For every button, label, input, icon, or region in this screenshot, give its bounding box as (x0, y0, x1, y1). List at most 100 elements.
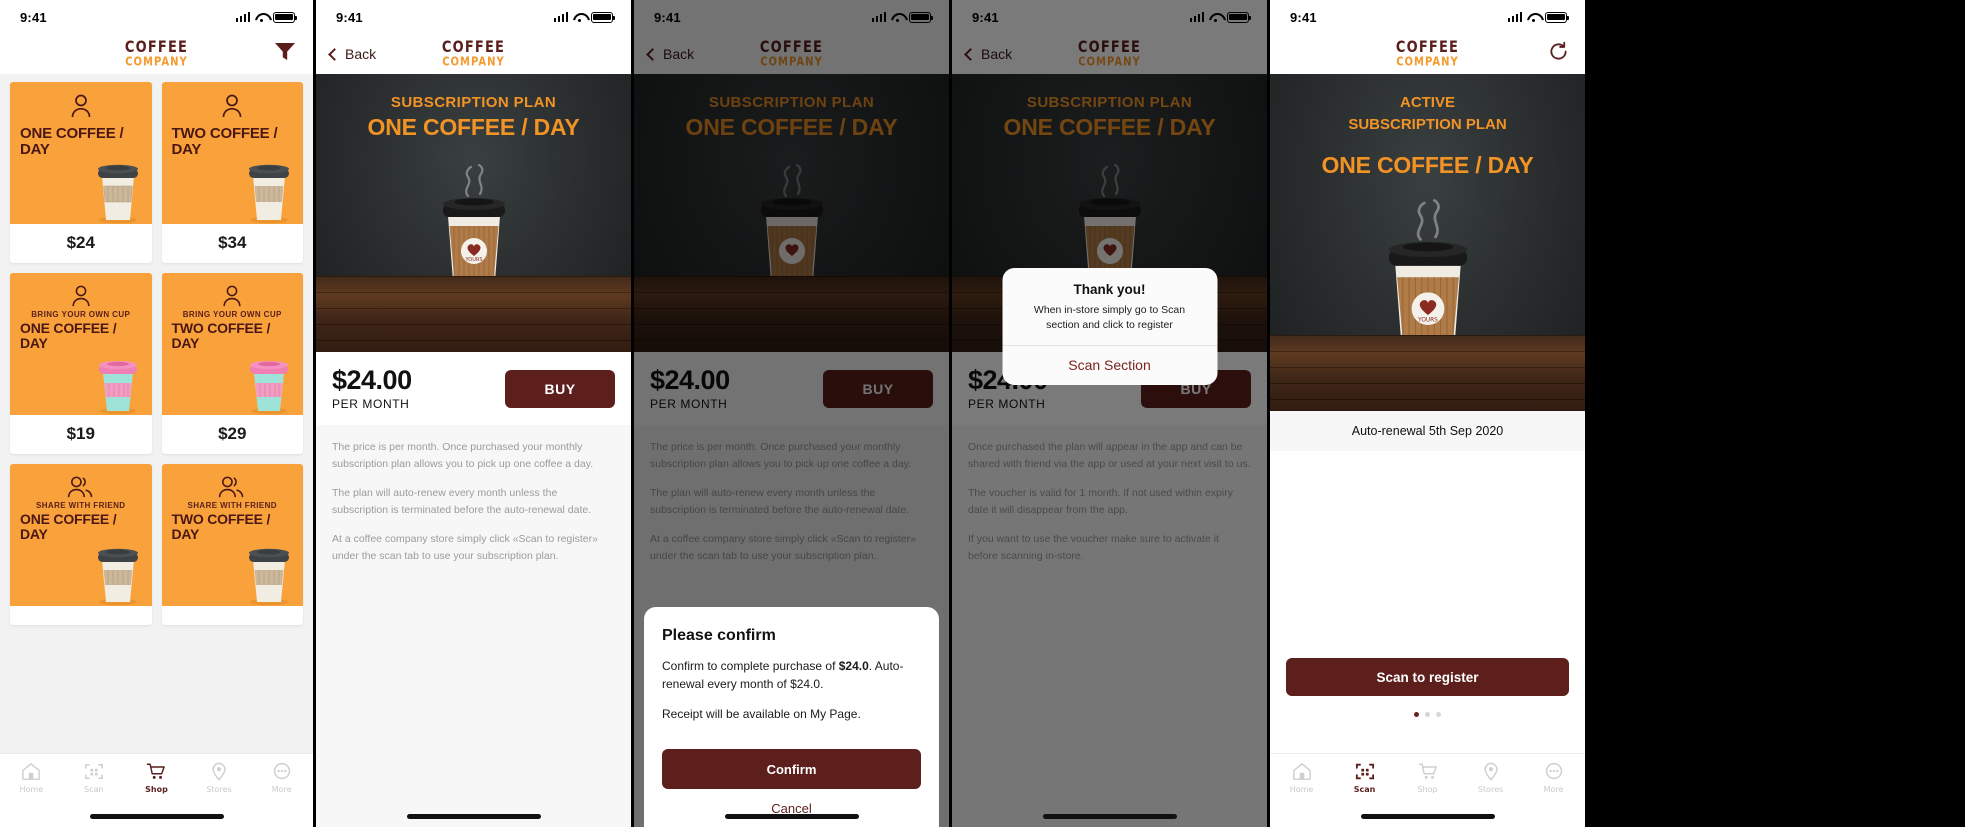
reusable-cup-illustration (98, 361, 137, 415)
home-icon (22, 763, 41, 780)
cart-icon (147, 763, 166, 779)
plan-card-tag: SHARE WITH FRIEND (36, 501, 126, 510)
plan-card-price: $29 (218, 424, 247, 443)
ellipsis-icon (1545, 762, 1562, 780)
confirm-dialog-line1: Confirm to complete purchase of $24.0. A… (662, 657, 921, 693)
screen-plan-detail: 9:41 Back COFFEE COMPANY SUBSCRIPTION PL… (316, 0, 631, 827)
price-block: $24.00 PER MONTH (332, 366, 412, 412)
qr-scan-icon (84, 763, 103, 780)
plan-card-price: $19 (66, 424, 95, 443)
nav-header: COFFEE COMPANY (0, 34, 313, 74)
back-button[interactable]: Back (328, 46, 376, 62)
brand-line-1: COFFEE (1395, 37, 1460, 57)
map-pin-icon (212, 762, 226, 781)
cancel-button[interactable]: Cancel (662, 789, 921, 827)
hero-kicker: ACTIVE SUBSCRIPTION PLAN (1270, 92, 1585, 136)
tab-shop[interactable]: Shop (125, 762, 188, 794)
plan-card[interactable]: BRING YOUR OWN CUP TWO COFFEE / DAY $29 (161, 273, 303, 454)
qr-scan-icon (1355, 763, 1374, 780)
brand-logo: COFFEE COMPANY (1395, 37, 1460, 68)
brand-line-2: COMPANY (125, 55, 188, 69)
price-row: $24.00 PER MONTH BUY (316, 352, 631, 426)
status-time: 9:41 (20, 9, 47, 25)
tab-home[interactable]: Home (0, 762, 63, 794)
plan-card-tag: BRING YOUR OWN CUP (182, 310, 282, 319)
tab-stores[interactable]: Stores (1459, 762, 1522, 794)
price-period: PER MONTH (332, 397, 410, 412)
cart-icon (1418, 763, 1437, 779)
reusable-cup-illustration (250, 361, 288, 415)
tab-home-label: Home (1289, 785, 1314, 794)
tab-scan[interactable]: Scan (63, 762, 126, 794)
hero-kicker-line1: ACTIVE (1399, 94, 1455, 111)
tab-shop-label: Shop (1417, 785, 1438, 794)
home-indicator (89, 814, 224, 819)
alert-title: Thank you! (1073, 282, 1146, 297)
tab-scan[interactable]: Scan (1333, 762, 1396, 794)
person-icon (223, 285, 241, 307)
person-icon (72, 285, 90, 307)
plan-card-price: $34 (218, 233, 247, 252)
plan-card-title: TWO COFFEE / DAY (171, 320, 271, 351)
plan-card[interactable]: SHARE WITH FRIEND ONE COFFEE / DAY (10, 464, 152, 625)
confirm-button[interactable]: Confirm (662, 749, 921, 789)
alert-message: When in-store simply go to Scan section … (1033, 304, 1186, 331)
tab-scan-label: Scan (84, 785, 104, 794)
status-bar: 9:41 (0, 0, 313, 34)
two-persons-icon (67, 476, 93, 498)
battery-icon (591, 11, 616, 23)
wifi-icon (255, 12, 268, 23)
screen-confirm: 9:41 Back COFFEE COMPANY SUBSCRIPTION PL… (634, 0, 949, 827)
page-dot[interactable] (1425, 712, 1430, 717)
plan-card-title: ONE COFFEE / DAY (20, 511, 117, 542)
plan-card[interactable]: SHARE WITH FRIEND TWO COFFEE / DAY (161, 464, 304, 625)
hero-title: ONE COFFEE / DAY (367, 114, 580, 140)
thank-you-alert: Thank you! When in-store simply go to Sc… (1002, 268, 1217, 385)
status-indicators (553, 11, 616, 23)
reload-icon[interactable] (1548, 41, 1569, 67)
wood-table (1270, 335, 1585, 411)
plan-card[interactable]: TWO COFFEE / DAY $34 (161, 82, 303, 263)
description-paragraph: The plan will auto-renew every month unl… (332, 487, 592, 517)
plan-card-price (162, 606, 304, 625)
plan-grid-container[interactable]: ONE COFFEE / DAY $24 TWO COFFEE / DAY $3… (0, 74, 313, 753)
page-indicator[interactable] (1270, 712, 1585, 717)
tab-home[interactable]: Home (1270, 762, 1333, 794)
modal-scrim[interactable] (952, 0, 1267, 827)
ellipsis-icon (273, 762, 290, 780)
tab-stores-label: Stores (1477, 785, 1504, 794)
plan-card-art: BRING YOUR OWN CUP TWO COFFEE / DAY (161, 273, 303, 415)
status-time: 9:41 (336, 9, 363, 25)
nav-header: COFFEE COMPANY (1270, 34, 1585, 74)
scan-to-register-button[interactable]: Scan to register (1286, 658, 1569, 696)
active-plan-hero: ACTIVE SUBSCRIPTION PLAN ONE COFFEE / DA… (1270, 74, 1585, 411)
paper-cup-illustration (97, 164, 138, 224)
tab-shop[interactable]: Shop (1396, 762, 1459, 794)
page-dot-active[interactable] (1414, 712, 1419, 717)
paper-cup-illustration (97, 548, 138, 606)
hero-title: ONE COFFEE / DAY (1321, 152, 1534, 178)
plan-hero-image: SUBSCRIPTION PLAN ONE COFFEE / DAY YOURS (316, 74, 631, 352)
page-dot[interactable] (1436, 712, 1441, 717)
svg-text:YOURS: YOURS (1417, 317, 1438, 323)
home-indicator (724, 814, 859, 819)
nav-header: Back COFFEE COMPANY (316, 34, 631, 74)
tab-stores-label: Stores (206, 785, 232, 794)
battery-icon (1545, 11, 1570, 23)
filter-icon[interactable] (275, 43, 295, 65)
plan-card[interactable]: BRING YOUR OWN CUP ONE COFFEE / DAY $19 (10, 273, 152, 454)
tab-stores[interactable]: Stores (188, 762, 251, 794)
brand-logo: COFFEE COMPANY (125, 39, 188, 69)
two-persons-icon (219, 476, 244, 498)
tab-more[interactable]: More (250, 762, 313, 794)
person-icon (71, 94, 91, 118)
plan-card-art: SHARE WITH FRIEND ONE COFFEE / DAY (10, 464, 152, 606)
scan-section-button[interactable]: Scan Section (1002, 344, 1217, 385)
plan-card[interactable]: ONE COFFEE / DAY $24 (10, 82, 152, 263)
tab-more[interactable]: More (1522, 762, 1585, 794)
buy-button[interactable]: BUY (505, 370, 615, 408)
brand-line-1: COFFEE (441, 37, 506, 57)
plan-card-tag: SHARE WITH FRIEND (187, 501, 277, 510)
description-paragraph: At a coffee company store simply click «… (332, 533, 598, 563)
plan-card-art: SHARE WITH FRIEND TWO COFFEE / DAY (161, 464, 303, 606)
